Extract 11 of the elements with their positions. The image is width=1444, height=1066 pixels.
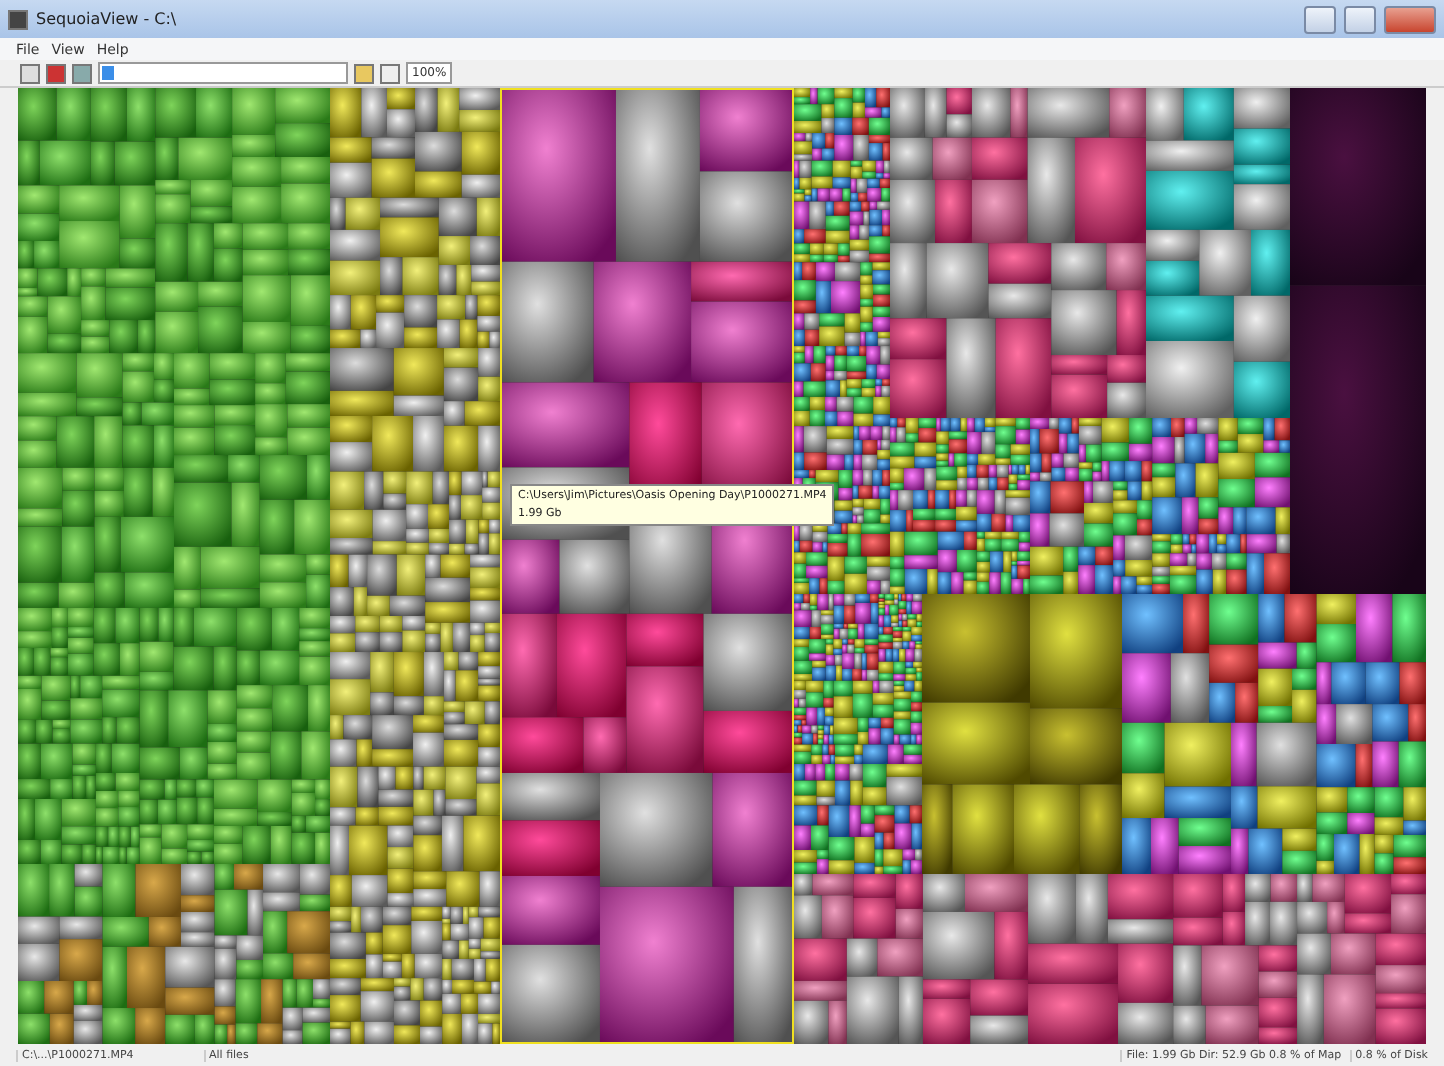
app-icon <box>8 9 28 30</box>
path-field[interactable] <box>98 62 348 85</box>
treemap-drawing[interactable] <box>18 88 1426 1045</box>
window-title: SequoiaView - C:\ <box>36 10 179 29</box>
toolbar-button[interactable] <box>46 63 66 84</box>
close-button[interactable] <box>1384 5 1436 34</box>
toolbar-button[interactable] <box>380 63 400 84</box>
toolbar-button[interactable] <box>20 63 40 84</box>
minimize-button[interactable] <box>1304 5 1336 34</box>
maximize-button[interactable] <box>1344 5 1376 34</box>
toolbar-button[interactable] <box>72 63 92 84</box>
